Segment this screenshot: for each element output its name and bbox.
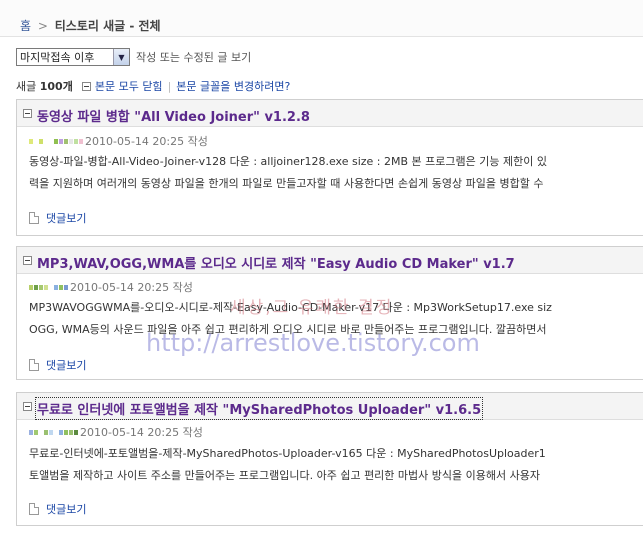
author-avatar-icon — [29, 284, 68, 290]
collapse-post-icon[interactable] — [23, 256, 32, 265]
filter-description: 작성 또는 수정된 글 보기 — [136, 51, 252, 64]
post-title-link[interactable]: 무료로 인터넷에 포토앨범을 제작 "MySharedPhotos Upload… — [34, 397, 484, 420]
collapse-all-link[interactable]: 본문 모두 닫힘 — [95, 78, 163, 94]
post-header: 동영상 파일 병합 "All Video Joiner" v1.2.8 — [17, 100, 643, 127]
post-count: 새글 100개 — [16, 80, 73, 93]
watermark-url: http://arrestlove.tistory.com — [146, 329, 480, 357]
divider: | — [167, 79, 172, 93]
watermark-slogan: 세상,그 유쾌한 결정 — [230, 298, 394, 318]
post-date: 2010-05-14 20:25 작성 — [80, 426, 203, 439]
chevron-down-icon[interactable]: ▼ — [113, 49, 129, 65]
excerpt-line-2: 력을 지원하며 여러개의 동영상 파일을 한개의 파일로 만들고자할 때 사용한… — [29, 177, 544, 190]
post-item: 무료로 인터넷에 포토앨범을 제작 "MySharedPhotos Upload… — [16, 392, 643, 526]
page-title: 티스토리 새글 - 전체 — [54, 19, 161, 33]
document-icon — [29, 212, 39, 224]
collapse-post-icon[interactable] — [23, 402, 32, 411]
collapse-post-icon[interactable] — [23, 109, 32, 118]
post-item: 동영상 파일 병합 "All Video Joiner" v1.2.8 2010… — [16, 99, 643, 236]
comments-link[interactable]: 댓글보기 — [29, 357, 86, 373]
collapse-icon[interactable] — [81, 81, 91, 91]
post-title-link[interactable]: 동영상 파일 병합 "All Video Joiner" v1.2.8 — [37, 106, 310, 125]
author-avatar-icon — [29, 429, 78, 435]
post-excerpt: 동영상-파일-병합-All-Video-Joiner-v128 다운 : all… — [29, 151, 639, 195]
summary-bar: 새글 100개 본문 모두 닫힘 | 본문 글꼴을 변경하려면? — [16, 78, 290, 94]
author-avatar-icon — [29, 138, 83, 144]
excerpt-line-1: 무료로-인터넷에-포토앨범을-제작-MySharedPhotos-Uploade… — [29, 447, 546, 460]
comments-link[interactable]: 댓글보기 — [29, 501, 86, 517]
top-bar: 홈 > 티스토리 새글 - 전체 — [0, 0, 643, 37]
comments-label: 댓글보기 — [46, 212, 87, 225]
comments-label: 댓글보기 — [46, 503, 87, 516]
post-meta: 2010-05-14 20:25 작성 — [29, 133, 208, 149]
breadcrumb: 홈 > 티스토리 새글 - 전체 — [20, 17, 161, 34]
change-font-link[interactable]: 본문 글꼴을 변경하려면? — [176, 78, 290, 94]
since-select-value: 마지막접속 이후 — [20, 51, 95, 64]
excerpt-line-2: 토앨범을 제작하고 사이트 주소를 만들어주는 프로그램입니다. 아주 쉽고 편… — [29, 469, 540, 482]
comments-label: 댓글보기 — [46, 359, 87, 372]
post-header: 무료로 인터넷에 포토앨범을 제작 "MySharedPhotos Upload… — [17, 393, 643, 420]
post-date: 2010-05-14 20:25 작성 — [85, 135, 208, 148]
breadcrumb-separator: > — [37, 19, 48, 33]
post-date: 2010-05-14 20:25 작성 — [70, 281, 193, 294]
document-icon — [29, 359, 39, 371]
breadcrumb-home-link[interactable]: 홈 — [20, 19, 31, 33]
excerpt-line-1: 동영상-파일-병합-All-Video-Joiner-v128 다운 : all… — [29, 155, 547, 168]
post-title-link[interactable]: MP3,WAV,OGG,WMA를 오디오 시디로 제작 "Easy Audio … — [37, 253, 515, 272]
document-icon — [29, 503, 39, 515]
filter-row: 마지막접속 이후 ▼ 작성 또는 수정된 글 보기 — [16, 48, 251, 66]
comments-link[interactable]: 댓글보기 — [29, 210, 86, 226]
post-meta: 2010-05-14 20:25 작성 — [29, 424, 203, 440]
post-meta: 2010-05-14 20:25 작성 — [29, 279, 193, 295]
since-select[interactable]: 마지막접속 이후 ▼ — [16, 48, 130, 66]
post-header: MP3,WAV,OGG,WMA를 오디오 시디로 제작 "Easy Audio … — [17, 247, 643, 274]
post-excerpt: 무료로-인터넷에-포토앨범을-제작-MySharedPhotos-Uploade… — [29, 443, 639, 487]
